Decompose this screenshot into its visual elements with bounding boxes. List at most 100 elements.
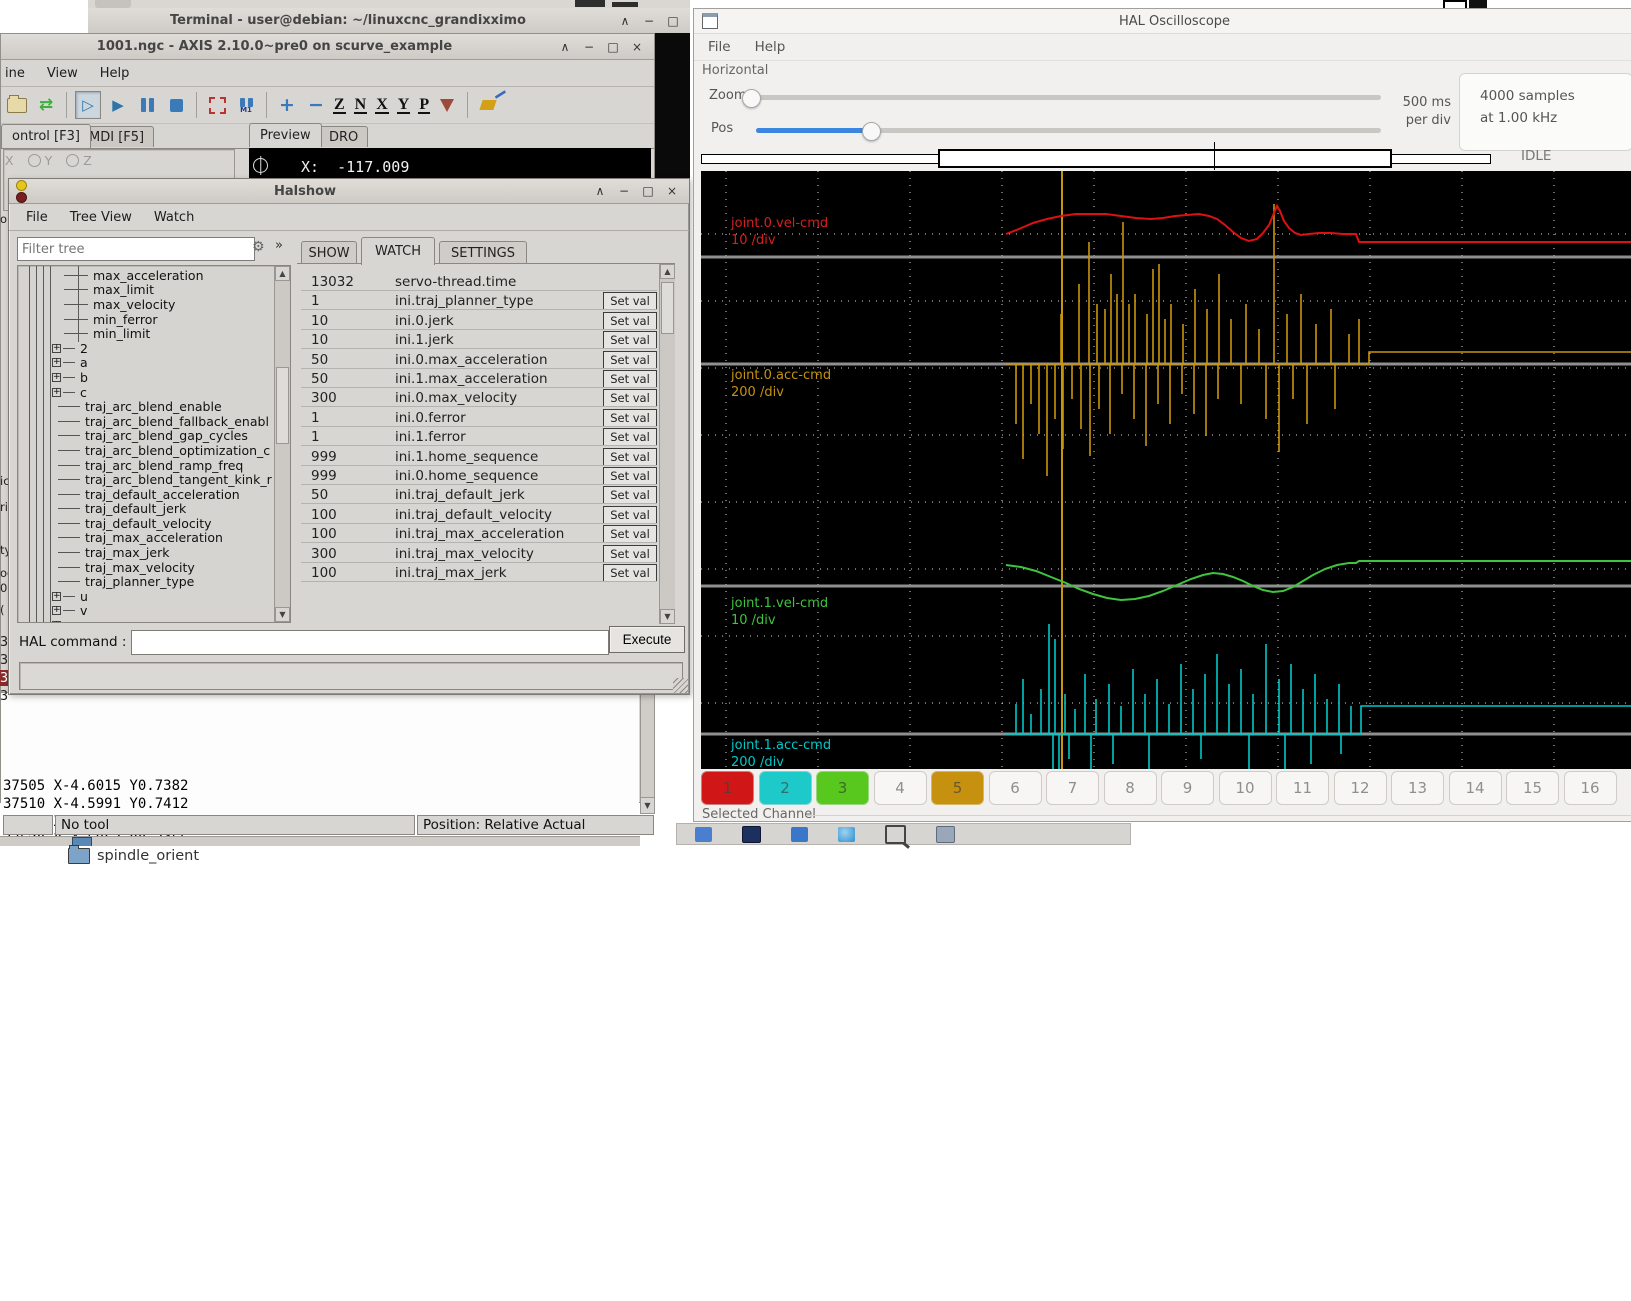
radio-icon[interactable]	[66, 154, 79, 167]
rotate-view-icon[interactable]	[435, 92, 459, 118]
tree-item[interactable]: + traj_max_acceleration	[18, 531, 275, 546]
tree-item-label[interactable]: v	[80, 603, 87, 618]
tree-item[interactable]: + u	[18, 589, 275, 604]
folder-name[interactable]: spindle_orient	[97, 848, 199, 864]
tree-item[interactable]: + traj_arc_blend_enable	[18, 399, 275, 414]
channel-button[interactable]: 9	[1161, 771, 1214, 805]
tree-item[interactable]: + traj_default_velocity	[18, 516, 275, 531]
run-program-icon[interactable]: ▷	[75, 91, 101, 119]
expander-icon[interactable]: +	[52, 373, 61, 382]
clear-plot-icon[interactable]	[476, 92, 500, 118]
view-letter-icon[interactable]: X	[375, 97, 389, 114]
set-value-button[interactable]: Set val	[603, 506, 657, 524]
window-button[interactable]: ∧	[593, 184, 607, 198]
gcode-line[interactable]: 37510 X-4.5991 Y0.7412	[3, 795, 188, 813]
window-button[interactable]: −	[642, 14, 656, 28]
tree-item-label[interactable]: traj_arc_blend_ramp_freq	[85, 458, 243, 473]
tree-item[interactable]: + traj_arc_blend_gap_cycles	[18, 429, 275, 444]
expander-icon[interactable]: +	[52, 606, 61, 615]
tree-item-label[interactable]: traj_max_jerk	[85, 545, 169, 560]
app-icon[interactable]	[791, 827, 808, 842]
tree-item[interactable]: + min_ferror	[18, 312, 275, 327]
zoom-slider-thumb[interactable]	[742, 89, 761, 108]
tree-item-label[interactable]: min_limit	[93, 326, 150, 341]
tab-manual-control[interactable]: ontrol [F3]	[1, 124, 91, 148]
tab-settings[interactable]: SETTINGS	[439, 241, 527, 264]
tree-scrollbar[interactable]: ▲ ▼	[274, 266, 290, 622]
tree-item-label[interactable]: traj_default_acceleration	[85, 487, 240, 502]
terminal-app-icon[interactable]	[742, 826, 761, 843]
tree-item[interactable]: + traj_max_velocity	[18, 560, 275, 575]
scroll-up-arrow[interactable]: ▲	[275, 266, 290, 281]
axis-titlebar[interactable]: 1001.ngc - AXIS 2.10.0~pre0 on scurve_ex…	[1, 34, 654, 60]
tree-item[interactable]: + 2	[18, 341, 275, 356]
channel-button[interactable]: 14	[1449, 771, 1502, 805]
tree-item[interactable]: + traj_max_jerk	[18, 545, 275, 560]
watch-scrollbar[interactable]: ▲ ▼	[659, 264, 675, 624]
window-button[interactable]: ×	[665, 184, 679, 198]
tree-item-label[interactable]: b	[80, 370, 88, 385]
stop-icon[interactable]	[164, 92, 188, 118]
set-value-button[interactable]: Set val	[603, 351, 657, 369]
search-magnifier-icon[interactable]	[885, 825, 906, 844]
set-value-button[interactable]: Set val	[603, 545, 657, 563]
tree-item[interactable]: + b	[18, 370, 275, 385]
channel-button[interactable]: 7	[1046, 771, 1099, 805]
tree-item[interactable]: + traj_arc_blend_fallback_enabl	[18, 414, 275, 429]
menu-item[interactable]: View	[47, 66, 78, 81]
tab-preview[interactable]: Preview	[249, 123, 322, 147]
pos-slider-thumb[interactable]	[862, 122, 881, 141]
view-letter-icon[interactable]: Y	[397, 97, 411, 114]
tree-item-label[interactable]: traj_arc_blend_enable	[85, 399, 222, 414]
menu-item[interactable]: Watch	[154, 210, 194, 225]
set-value-button[interactable]: Set val	[603, 486, 657, 504]
tree-item[interactable]: + max_velocity	[18, 297, 275, 312]
window-button[interactable]: ∧	[618, 14, 632, 28]
axis-radio-z[interactable]: Z	[66, 153, 92, 168]
tree-item[interactable]: + traj_arc_blend_optimization_c	[18, 443, 275, 458]
channel-button[interactable]: 11	[1276, 771, 1329, 805]
window-button[interactable]: −	[617, 184, 631, 198]
window-button[interactable]: ×	[630, 40, 644, 54]
set-value-button[interactable]: Set val	[603, 525, 657, 543]
scroll-thumb[interactable]	[276, 367, 289, 444]
menu-item[interactable]: Help	[100, 66, 130, 81]
expander-icon[interactable]: +	[52, 592, 61, 601]
tree-item[interactable]: + a	[18, 356, 275, 371]
channel-button[interactable]: 16	[1564, 771, 1617, 805]
axis-radio-x[interactable]: X	[5, 153, 14, 168]
scope-titlebar[interactable]: HAL Oscilloscope	[694, 9, 1631, 34]
menu-item[interactable]: ine	[5, 66, 25, 81]
chevron-more-icon[interactable]: »	[275, 238, 283, 253]
gcode-line[interactable]: 37505 X-4.6015 Y0.7382	[3, 777, 188, 795]
channel-button[interactable]: 3	[816, 771, 869, 805]
window-button[interactable]: □	[666, 14, 680, 28]
tab-dro[interactable]: DRO	[319, 126, 368, 147]
terminal-titlebar[interactable]: Terminal - user@debian: ~/linuxcnc_grand…	[88, 8, 690, 34]
set-value-button[interactable]: Set val	[603, 331, 657, 349]
execute-button[interactable]: Execute	[609, 626, 685, 653]
view-letter-icon[interactable]: P	[418, 97, 430, 114]
view-letter-icon[interactable]: Z	[333, 97, 346, 114]
tree-item-label[interactable]: 2	[80, 341, 88, 356]
expander-icon[interactable]: +	[52, 358, 61, 367]
channel-button[interactable]: 13	[1391, 771, 1444, 805]
menu-item[interactable]: File	[708, 39, 731, 55]
tree-item-label[interactable]: c	[80, 385, 87, 400]
expander-icon[interactable]: +	[52, 621, 61, 623]
window-button[interactable]: −	[582, 40, 596, 54]
set-value-button[interactable]: Set val	[603, 389, 657, 407]
tree-item-label[interactable]: traj_max_velocity	[85, 560, 195, 575]
tree-item-label[interactable]: traj_arc_blend_optimization_c	[85, 443, 270, 458]
channel-button[interactable]: 1	[701, 771, 754, 805]
scroll-thumb[interactable]	[661, 282, 674, 334]
channel-button[interactable]: 10	[1219, 771, 1272, 805]
tree-item-label[interactable]: traj_planner_type	[85, 574, 194, 589]
tree-item[interactable]: + min_limit	[18, 326, 275, 341]
zoom-slider-track[interactable]	[746, 95, 1381, 100]
set-value-button[interactable]: Set val	[603, 409, 657, 427]
tree-item[interactable]: + v	[18, 604, 275, 619]
tree-item[interactable]: + traj_arc_blend_ramp_freq	[18, 458, 275, 473]
gcode-scrollbar[interactable]: ▼	[640, 692, 655, 814]
tree-item-label[interactable]: max_acceleration	[93, 268, 204, 283]
